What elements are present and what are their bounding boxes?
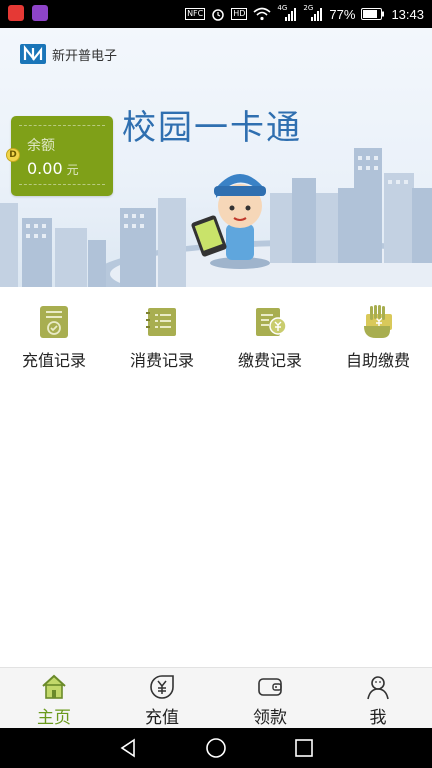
wifi-icon <box>253 7 271 21</box>
hand-card-icon <box>364 305 392 338</box>
back-icon[interactable] <box>116 736 140 760</box>
page-title: 校园一卡通 <box>122 108 302 148</box>
notification-app-icon <box>32 5 48 21</box>
balance-amount: 0.00 <box>27 159 63 178</box>
tab-withdraw[interactable]: 领款 <box>216 668 324 728</box>
signal-icon: 2G <box>303 4 323 22</box>
tab-me[interactable]: 我 <box>324 668 432 728</box>
balance-label: 余额 <box>27 138 55 154</box>
home-icon <box>42 674 66 699</box>
tab-withdraw-label: 领款 <box>253 708 287 728</box>
balance-card[interactable]: D 余额 0.00 元 <box>6 116 113 196</box>
clock: 13:43 <box>391 6 424 22</box>
tab-me-label: 我 <box>369 708 387 728</box>
payment-records-button[interactable]: 缴费记录 <box>216 287 324 382</box>
tab-recharge[interactable]: 充值 <box>108 668 216 728</box>
home-button-icon[interactable] <box>204 736 228 760</box>
signal-icon: 4G <box>277 4 297 22</box>
system-navigation-bar <box>0 728 432 768</box>
balance-value-row: 0.00 元 <box>27 159 79 178</box>
recent-apps-icon[interactable] <box>292 736 316 760</box>
brand-logo: 新开普电子 <box>20 44 117 64</box>
person-icon <box>367 676 389 700</box>
clipboard-check-icon <box>40 306 68 338</box>
bottom-tab-bar: 主页 充值 领款 我 <box>0 667 432 728</box>
self-service-payment-label: 自助缴费 <box>345 351 410 370</box>
self-service-payment-button[interactable]: 自助缴费 <box>324 287 432 382</box>
status-bar: NFC HD 4G 2G 77% 13:43 <box>0 0 432 28</box>
notebook-list-icon <box>146 308 176 336</box>
recharge-records-button[interactable]: 充值记录 <box>0 287 108 382</box>
notification-app-icon <box>8 5 24 21</box>
document-yen-icon <box>256 308 286 336</box>
tab-recharge-label: 充值 <box>145 708 179 728</box>
wallet-icon <box>258 678 282 696</box>
battery-percent: 77% <box>329 6 356 22</box>
nfc-icon: NFC <box>185 8 206 20</box>
alarm-icon <box>212 9 224 21</box>
app-screen: NFC HD 4G 2G 77% 13:43 新开普电子 校园一卡通 D 余额 … <box>0 0 432 768</box>
newcapec-logo-icon <box>20 44 46 64</box>
brand-name: 新开普电子 <box>52 48 118 64</box>
hd-icon: HD <box>231 8 248 20</box>
tab-home-label: 主页 <box>37 708 71 728</box>
consumption-records-label: 消费记录 <box>129 351 194 370</box>
yen-coin-icon <box>150 675 174 699</box>
payment-records-label: 缴费记录 <box>237 351 302 370</box>
tab-home[interactable]: 主页 <box>0 668 108 728</box>
consumption-records-button[interactable]: 消费记录 <box>108 287 216 382</box>
banner: 新开普电子 校园一卡通 D 余额 0.00 元 <box>0 28 432 287</box>
coin-icon: D <box>6 148 20 162</box>
recharge-records-label: 充值记录 <box>21 351 86 370</box>
balance-unit: 元 <box>66 163 79 177</box>
function-grid: 充值记录 消费记录 缴费记录 自助缴费 <box>0 287 432 382</box>
battery-icon <box>361 8 385 20</box>
